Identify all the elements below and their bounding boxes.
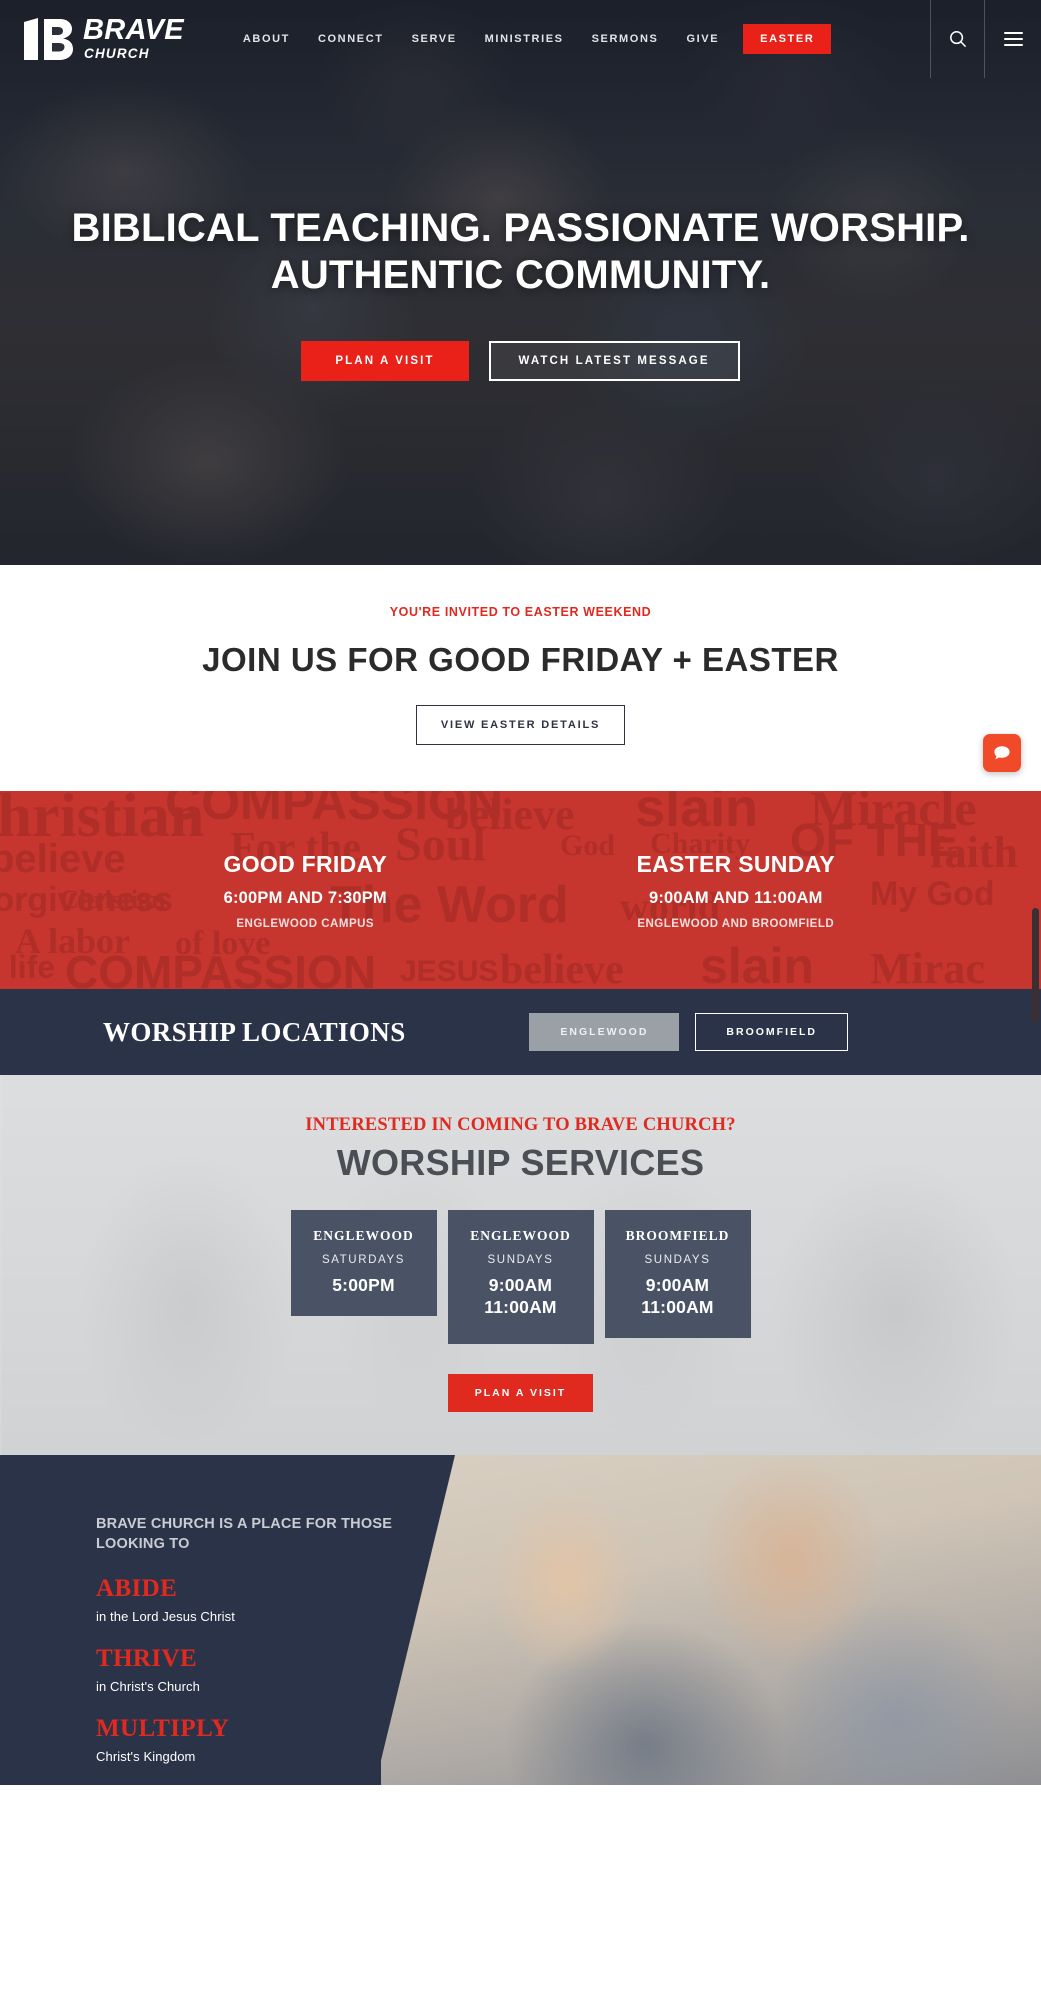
value-item-multiply: MULTIPLY Christ's Kingdom [96, 1716, 400, 1764]
page-root: BRAVE CHURCH ABOUT CONNECT SERVE MINISTR… [0, 0, 1041, 1785]
services-eyebrow: INTERESTED IN COMING TO BRAVE CHURCH? [305, 1115, 736, 1135]
plan-a-visit-button[interactable]: PLAN A VISIT [301, 341, 469, 382]
logo-brand-text: BRAVE [83, 13, 184, 46]
value-subtitle: in the Lord Jesus Christ [96, 1609, 235, 1624]
worship-locations-title: WORSHIP LOCATIONS [103, 1016, 406, 1047]
nav-item-sermons[interactable]: SERMONS [578, 23, 673, 55]
hero-content: BIBLICAL TEACHING. PASSIONATE WORSHIP. A… [0, 205, 1041, 382]
service-card-day: SUNDAYS [487, 1254, 554, 1266]
service-card[interactable]: ENGLEWOOD SATURDAYS 5:00PM [290, 1210, 437, 1316]
tab-broomfield[interactable]: BROOMFIELD [695, 1013, 848, 1051]
praying-men-photo [381, 1455, 1041, 1785]
service-card-day: SUNDAYS [644, 1254, 711, 1266]
service-card-times: 5:00PM [332, 1275, 395, 1295]
service-cards: ENGLEWOOD SATURDAYS 5:00PM ENGLEWOOD SUN… [0, 1210, 1041, 1344]
easter-sunday-times: 9:00AM AND 11:00AM [648, 888, 823, 907]
services-headline: WORSHIP SERVICES [336, 1142, 705, 1183]
nav-item-about[interactable]: ABOUT [229, 23, 304, 55]
nav-links: ABOUT CONNECT SERVE MINISTRIES SERMONS G… [229, 23, 832, 55]
nav-item-give[interactable]: GIVE [672, 23, 733, 55]
good-friday-times: 6:00PM AND 7:30PM [223, 888, 387, 907]
worship-locations-bar: WORSHIP LOCATIONS ENGLEWOOD BROOMFIELD [0, 989, 1041, 1075]
search-icon [949, 31, 966, 48]
easter-sunday-column: EASTER SUNDAY 9:00AM AND 11:00AM ENGLEWO… [521, 851, 952, 930]
hamburger-menu-icon [1003, 28, 1023, 50]
service-card-campus: ENGLEWOOD [470, 1228, 571, 1243]
site-logo[interactable]: BRAVE CHURCH [22, 13, 184, 63]
menu-button[interactable] [984, 0, 1041, 78]
worship-services-section: INTERESTED IN COMING TO BRAVE CHURCH? WO… [0, 1075, 1041, 1455]
campus-tabs: ENGLEWOOD BROOMFIELD [529, 1013, 848, 1051]
hero-title: BIBLICAL TEACHING. PASSIONATE WORSHIP. A… [0, 205, 1041, 299]
service-card[interactable]: BROOMFIELD SUNDAYS 9:00AM 11:00AM [604, 1210, 751, 1338]
value-item-thrive: THRIVE in Christ's Church [96, 1646, 400, 1694]
service-card-times: 9:00AM 11:00AM [641, 1275, 714, 1317]
good-friday-title: GOOD FRIDAY [223, 850, 387, 877]
easter-invite-section: YOU'RE INVITED TO EASTER WEEKEND JOIN US… [0, 565, 1041, 791]
easter-times-band: christian COMPASSION believe slain Mirac… [0, 791, 1041, 989]
good-friday-column: GOOD FRIDAY 6:00PM AND 7:30PM ENGLEWOOD … [90, 851, 521, 930]
search-button[interactable] [930, 0, 984, 78]
nav-easter-button[interactable]: EASTER [743, 24, 832, 54]
service-card-campus: BROOMFIELD [625, 1228, 730, 1243]
abide-intro-text: BRAVE CHURCH IS A PLACE FOR THOSE LOOKIN… [96, 1516, 393, 1552]
hero-section: BRAVE CHURCH ABOUT CONNECT SERVE MINISTR… [0, 0, 1041, 565]
value-subtitle: Christ's Kingdom [96, 1749, 196, 1764]
chat-bubble-icon [994, 746, 1010, 760]
value-subtitle: in Christ's Church [96, 1679, 200, 1694]
hero-title-line-1: BIBLICAL TEACHING. PASSIONATE WORSHIP. [71, 206, 970, 250]
value-word: THRIVE [96, 1645, 198, 1672]
chat-widget-button[interactable] [983, 734, 1021, 772]
value-item-abide: ABIDE in the Lord Jesus Christ [96, 1576, 400, 1624]
nav-item-ministries[interactable]: MINISTRIES [471, 23, 578, 55]
nav-item-serve[interactable]: SERVE [398, 23, 471, 55]
nav-item-connect[interactable]: CONNECT [304, 23, 398, 55]
view-easter-details-button[interactable]: VIEW EASTER DETAILS [415, 705, 626, 745]
hero-title-line-2: AUTHENTIC COMMUNITY. [270, 253, 771, 298]
abide-thrive-multiply-section: BRAVE CHURCH IS A PLACE FOR THOSE LOOKIN… [0, 1455, 1041, 1785]
hero-buttons: PLAN A VISIT WATCH LATEST MESSAGE [0, 341, 1041, 382]
logo-sub-text: CHURCH [84, 45, 150, 61]
scrollbar-thumb[interactable] [1032, 908, 1039, 1023]
service-card[interactable]: ENGLEWOOD SUNDAYS 9:00AM 11:00AM [447, 1210, 594, 1344]
tab-englewood[interactable]: ENGLEWOOD [529, 1013, 680, 1051]
invite-eyebrow: YOU'RE INVITED TO EASTER WEEKEND [389, 605, 652, 619]
nav-utilities [930, 0, 1041, 78]
invite-headline: JOIN US FOR GOOD FRIDAY + EASTER [0, 641, 1041, 679]
service-card-times: 9:00AM 11:00AM [484, 1275, 557, 1317]
service-card-campus: ENGLEWOOD [313, 1228, 414, 1243]
good-friday-campus: ENGLEWOOD CAMPUS [236, 917, 375, 930]
service-card-day: SATURDAYS [322, 1254, 405, 1266]
services-plan-a-visit-button[interactable]: PLAN A VISIT [447, 1373, 594, 1412]
easter-sunday-campus: ENGLEWOOD AND BROOMFIELD [637, 917, 835, 930]
value-word: ABIDE [96, 1575, 178, 1602]
main-navigation: BRAVE CHURCH ABOUT CONNECT SERVE MINISTR… [0, 0, 1041, 78]
brave-b-logo-icon [24, 18, 73, 60]
value-word: MULTIPLY [96, 1715, 230, 1742]
watch-latest-message-button[interactable]: WATCH LATEST MESSAGE [488, 341, 740, 382]
easter-sunday-title: EASTER SUNDAY [636, 850, 836, 877]
